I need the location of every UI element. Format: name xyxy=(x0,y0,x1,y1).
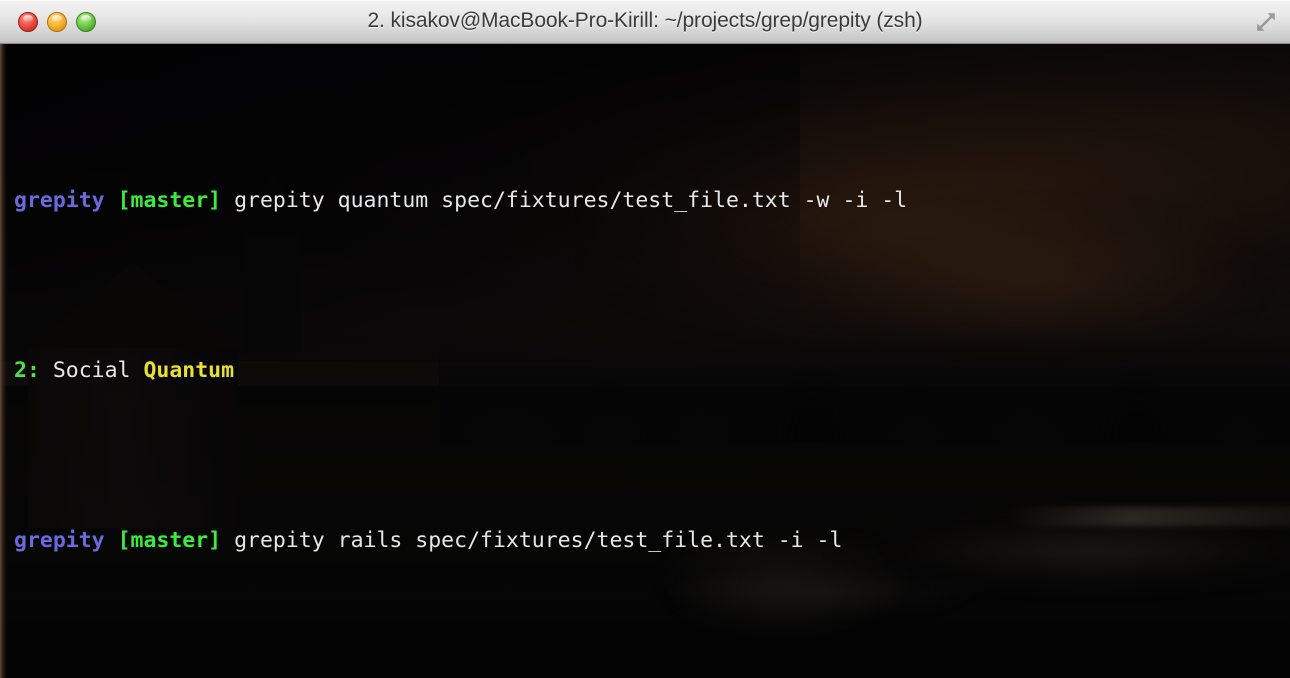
window-titlebar[interactable]: 2. kisakov@MacBook-Pro-Kirill: ~/project… xyxy=(0,0,1290,44)
prompt-branch: [master] xyxy=(117,528,222,553)
terminal-line: 2: Social Quantum xyxy=(14,354,1290,388)
window-left-bezel xyxy=(0,44,7,678)
terminal-line: grepity [master] grepity quantum spec/fi… xyxy=(14,184,1290,218)
fullscreen-button[interactable] xyxy=(1254,10,1278,34)
prompt-branch: [master] xyxy=(117,188,222,213)
terminal-body[interactable]: grepity [master] grepity quantum spec/fi… xyxy=(0,44,1290,678)
window-title: 2. kisakov@MacBook-Pro-Kirill: ~/project… xyxy=(367,9,923,32)
result-match: Quantum xyxy=(143,358,235,383)
result-line-number: 2: xyxy=(14,358,40,383)
result-text-before: Social xyxy=(39,358,144,383)
command-text: grepity quantum spec/fixtures/test_file.… xyxy=(234,188,908,213)
command-text: grepity rails spec/fixtures/test_file.tx… xyxy=(234,528,843,553)
prompt-name: grepity xyxy=(14,188,105,213)
terminal-screen: grepity [master] grepity quantum spec/fi… xyxy=(14,48,1290,678)
terminal-line: grepity [master] grepity rails spec/fixt… xyxy=(14,524,1290,558)
prompt-name: grepity xyxy=(14,528,105,553)
terminal-window: 2. kisakov@MacBook-Pro-Kirill: ~/project… xyxy=(0,0,1290,678)
